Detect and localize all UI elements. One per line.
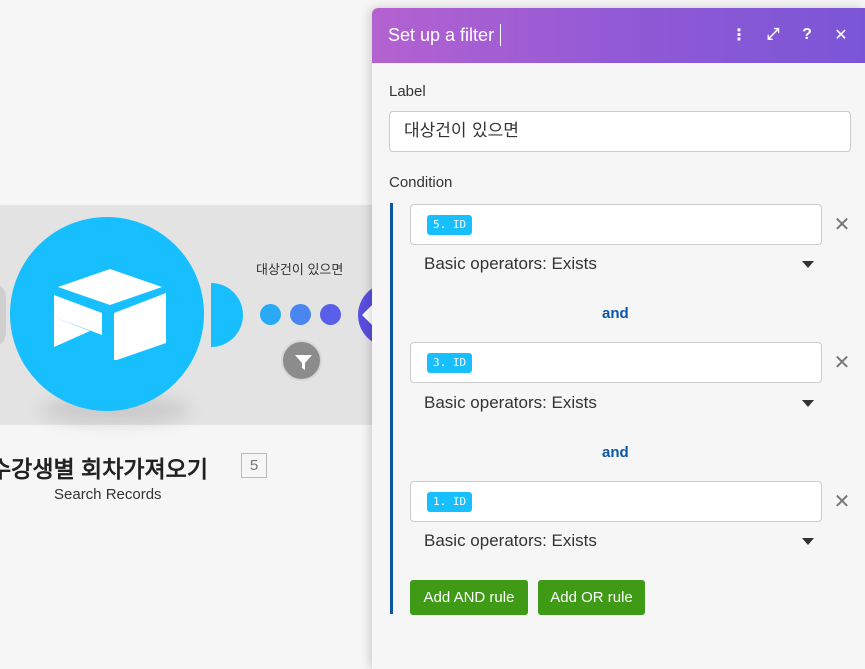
add-and-rule-button[interactable]: Add AND rule bbox=[410, 580, 528, 615]
remove-rule-icon[interactable]: ✕ bbox=[832, 353, 852, 373]
filter-button[interactable] bbox=[281, 340, 322, 381]
funnel-icon bbox=[295, 355, 312, 370]
input-notch bbox=[362, 305, 372, 325]
filter-panel: Set up a filter ⋮ ⤢ ? ✕ Label 대상건이 있으면 C… bbox=[372, 8, 865, 669]
module-title[interactable]: 수강생별 회차가져오기 bbox=[0, 450, 208, 484]
operator-value: Basic operators: Exists bbox=[424, 531, 597, 550]
operator-select[interactable]: Basic operators: Exists bbox=[424, 529, 814, 553]
label-input[interactable]: 대상건이 있으면 bbox=[389, 111, 851, 152]
route-dot bbox=[260, 304, 281, 325]
and-connector: and bbox=[602, 305, 629, 322]
chevron-down-icon bbox=[802, 261, 814, 268]
chevron-down-icon bbox=[802, 538, 814, 545]
rule-operand-input[interactable]: 3. ID bbox=[410, 342, 822, 383]
airtable-module[interactable] bbox=[10, 217, 204, 411]
module-id-badge: 5 bbox=[241, 453, 267, 478]
panel-title[interactable]: Set up a filter bbox=[388, 25, 494, 46]
header-actions: ⋮ ⤢ ? ✕ bbox=[729, 22, 851, 48]
remove-rule-icon[interactable]: ✕ bbox=[832, 492, 852, 512]
expand-icon[interactable]: ⤢ bbox=[763, 22, 783, 48]
chevron-down-icon bbox=[802, 400, 814, 407]
previous-module-connector bbox=[0, 283, 6, 347]
text-caret bbox=[500, 24, 501, 46]
operator-select[interactable]: Basic operators: Exists bbox=[424, 391, 814, 415]
help-icon[interactable]: ? bbox=[797, 22, 817, 48]
close-icon[interactable]: ✕ bbox=[831, 22, 851, 48]
airtable-icon bbox=[54, 269, 166, 360]
condition-label: Condition bbox=[389, 174, 453, 191]
rule-operand-input[interactable]: 1. ID bbox=[410, 481, 822, 522]
label-field-label: Label bbox=[389, 83, 426, 100]
condition-group-bar bbox=[390, 203, 393, 614]
field-pill[interactable]: 5. ID bbox=[427, 215, 473, 235]
field-pill[interactable]: 3. ID bbox=[427, 353, 473, 373]
operator-value: Basic operators: Exists bbox=[424, 254, 597, 273]
operator-select[interactable]: Basic operators: Exists bbox=[424, 252, 814, 276]
panel-header: Set up a filter ⋮ ⤢ ? ✕ bbox=[372, 8, 865, 63]
add-or-rule-button[interactable]: Add OR rule bbox=[538, 580, 645, 615]
more-vertical-icon[interactable]: ⋮ bbox=[729, 22, 749, 48]
filter-label[interactable]: 대상건이 있으면 bbox=[256, 259, 343, 278]
operator-value: Basic operators: Exists bbox=[424, 393, 597, 412]
module-subtitle: Search Records bbox=[54, 486, 162, 503]
remove-rule-icon[interactable]: ✕ bbox=[832, 215, 852, 235]
and-connector: and bbox=[602, 444, 629, 461]
rule-operand-input[interactable]: 5. ID bbox=[410, 204, 822, 245]
route-dot bbox=[290, 304, 311, 325]
field-pill[interactable]: 1. ID bbox=[427, 492, 473, 512]
route-dot bbox=[320, 304, 341, 325]
